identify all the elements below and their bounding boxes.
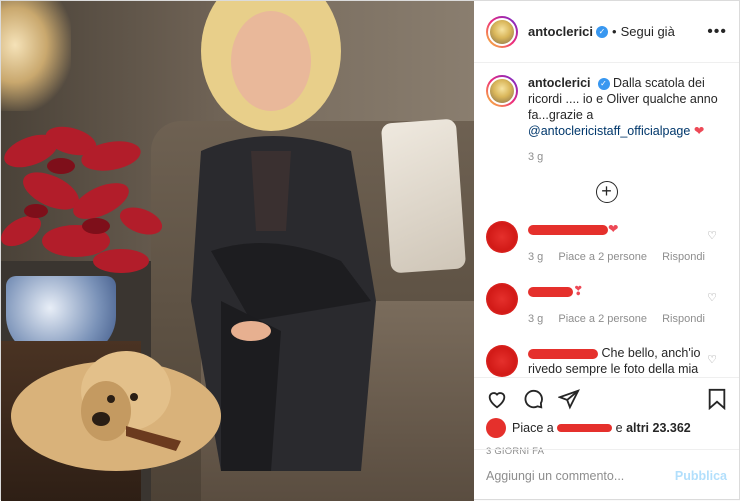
censored-liker-name — [557, 424, 613, 432]
caption-heart-emoji: ❤ — [693, 124, 705, 138]
censored-username — [528, 286, 573, 297]
heart-icon[interactable] — [486, 388, 508, 410]
photo-dog — [11, 351, 221, 471]
likes-suffix: e — [615, 421, 623, 435]
post-caption: antoclerici ✓ Dalla scatola dei ricordi .… — [486, 75, 727, 139]
load-more-comments[interactable]: + — [486, 181, 727, 203]
comment-likes-count[interactable]: Piace a 2 persone — [558, 251, 647, 263]
censored-username — [528, 224, 608, 235]
reply-button[interactable]: Rispondi — [662, 313, 705, 325]
more-options-icon[interactable]: ••• — [707, 23, 727, 41]
comment-emoji: ❣ — [573, 284, 584, 298]
plus-circle-icon[interactable]: + — [595, 181, 618, 203]
reply-button[interactable]: Rispondi — [662, 251, 705, 263]
caption-verified-icon: ✓ — [597, 77, 610, 90]
instagram-post: antoclerici ✓ • Segui già ••• antocleric… — [0, 0, 740, 501]
post-header: antoclerici ✓ • Segui già ••• — [474, 1, 739, 63]
comment-like-heart-icon[interactable]: ♡ — [707, 353, 717, 366]
comment-item: Che bello, anch'io rivedo sempre le foto… — [486, 345, 727, 377]
comment-meta: 3 g Piace a 2 persone Rispondi — [528, 311, 718, 327]
publish-button[interactable]: Pubblica — [675, 469, 727, 483]
comments-section[interactable]: antoclerici ✓ Dalla scatola dei ricordi .… — [474, 63, 739, 377]
photo-poinsettia — [1, 126, 163, 273]
comment-likes-count[interactable]: Piace a 2 persone — [558, 313, 647, 325]
photo-lamp — [1, 1, 71, 111]
post-side-panel: antoclerici ✓ • Segui già ••• antocleric… — [474, 1, 739, 501]
action-icons-row — [486, 384, 727, 414]
comment-input[interactable] — [486, 468, 675, 483]
likes-summary[interactable]: Piace a e altri 23.362 — [486, 418, 727, 438]
comment-body: ❣ 3 g Piace a 2 persone Rispondi — [528, 283, 718, 327]
comment-avatar-censored[interactable] — [486, 221, 518, 253]
comment-item: ❣ 3 g Piace a 2 persone Rispondi ♡ — [486, 283, 727, 327]
caption-text: antoclerici ✓ Dalla scatola dei ricordi .… — [528, 75, 727, 139]
author-avatar[interactable] — [486, 15, 518, 48]
separator-dot: • — [612, 24, 617, 39]
censored-username — [528, 348, 598, 359]
comment-like-heart-icon[interactable]: ♡ — [707, 291, 717, 304]
comment-body: Che bello, anch'io rivedo sempre le foto… — [528, 345, 718, 377]
comment-time: 3 g — [528, 251, 544, 263]
comment-avatar-censored[interactable] — [486, 345, 518, 377]
comment-item: ❤ 3 g Piace a 2 persone Rispondi ♡ — [486, 221, 727, 265]
likes-prefix: Piace a — [512, 421, 554, 435]
verified-badge-icon: ✓ — [596, 25, 609, 38]
share-icon[interactable] — [558, 388, 580, 410]
liker-avatar-censored — [486, 418, 506, 438]
comment-meta: 3 g Piace a 2 persone Rispondi — [528, 249, 718, 265]
comment-time: 3 g — [528, 313, 544, 325]
comment-emoji: ❤ — [608, 222, 619, 236]
comment-avatar-censored[interactable] — [486, 283, 518, 315]
caption-mention-link[interactable]: @antoclericistaff_officialpage — [528, 124, 690, 138]
add-comment-bar: Pubblica — [474, 449, 739, 501]
caption-username[interactable]: antoclerici — [528, 76, 591, 90]
caption-avatar[interactable] — [486, 75, 518, 107]
comment-body: ❤ 3 g Piace a 2 persone Rispondi — [528, 221, 718, 265]
bookmark-icon[interactable] — [707, 388, 727, 410]
post-photo[interactable] — [1, 1, 474, 501]
author-username[interactable]: antoclerici — [528, 24, 593, 39]
following-button[interactable]: Segui già — [621, 24, 675, 39]
post-actions: Piace a e altri 23.362 3 GIORNI FA — [474, 377, 739, 457]
likes-others-count[interactable]: altri 23.362 — [626, 421, 691, 435]
comment-icon[interactable] — [522, 388, 544, 410]
comment-like-heart-icon[interactable]: ♡ — [707, 229, 717, 242]
caption-time: 3 g — [528, 151, 544, 163]
